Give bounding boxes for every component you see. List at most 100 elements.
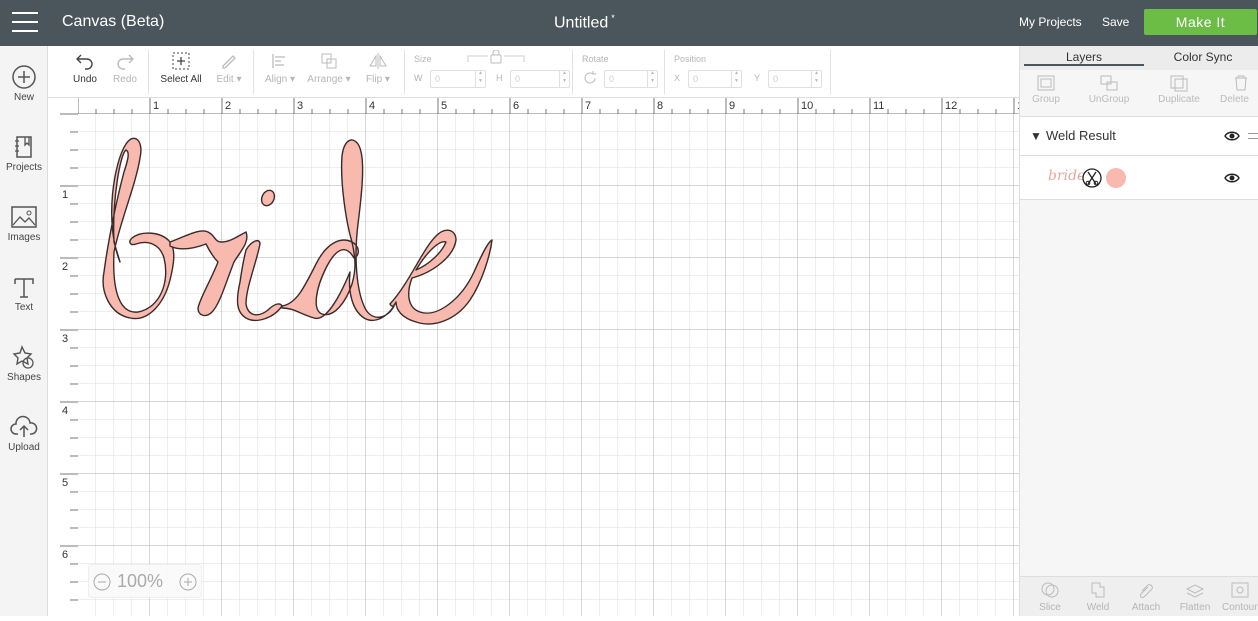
toolbar-divider bbox=[404, 50, 405, 94]
ruler-number: 3 bbox=[62, 333, 68, 345]
x-label: X bbox=[674, 73, 681, 83]
weld-icon bbox=[1091, 582, 1105, 598]
paperclip-icon bbox=[1139, 584, 1153, 599]
ungroup-label: UnGroup bbox=[1088, 94, 1130, 105]
toolbar-divider bbox=[148, 50, 149, 94]
duplicate-icon bbox=[1170, 75, 1188, 92]
rotate-input[interactable]: 0 bbox=[604, 70, 658, 88]
upload-icon bbox=[10, 415, 38, 437]
arrange-dropdown[interactable]: Arrange ▾ bbox=[304, 52, 354, 85]
left-nav: New Projects Images Text Shapes Upload bbox=[0, 46, 48, 616]
layer-row[interactable]: bride bbox=[1020, 156, 1258, 200]
rotate-label: Rotate bbox=[582, 54, 609, 64]
width-input[interactable]: 0 bbox=[430, 70, 486, 88]
weld-button[interactable]: Weld bbox=[1078, 581, 1118, 613]
nav-text[interactable]: Text bbox=[0, 274, 48, 313]
attach-button[interactable]: Attach bbox=[1126, 581, 1166, 613]
bride-text-object[interactable] bbox=[90, 132, 510, 328]
ruler-number: 10 bbox=[801, 100, 813, 112]
rotate-value: 0 bbox=[609, 74, 615, 84]
zoom-level: 100% bbox=[117, 571, 164, 591]
height-input[interactable]: 0 bbox=[510, 70, 570, 88]
select-all-button[interactable]: Select All bbox=[158, 52, 204, 85]
nav-new[interactable]: New bbox=[0, 64, 48, 103]
zoom-in-icon[interactable] bbox=[179, 573, 197, 591]
contour-label: Contour bbox=[1222, 602, 1258, 613]
slice-button[interactable]: Slice bbox=[1030, 581, 1070, 613]
x-position-input[interactable]: 0 bbox=[688, 70, 742, 88]
my-projects-link[interactable]: My Projects bbox=[1019, 15, 1082, 29]
text-icon bbox=[14, 278, 34, 298]
group-icon bbox=[1037, 75, 1055, 91]
rotate-icon bbox=[584, 71, 596, 84]
flip-icon bbox=[369, 53, 387, 69]
nav-new-label: New bbox=[13, 92, 34, 103]
ruler-number: 9 bbox=[729, 100, 735, 112]
toolbar-divider bbox=[253, 50, 254, 94]
hamburger-menu-icon[interactable] bbox=[12, 12, 38, 34]
visibility-eye-icon[interactable] bbox=[1224, 130, 1240, 142]
flip-dropdown[interactable]: Flip ▾ bbox=[362, 52, 394, 85]
trash-icon bbox=[1235, 75, 1247, 91]
edit-dropdown[interactable]: Edit ▾ bbox=[212, 52, 246, 85]
tab-color-sync[interactable]: Color Sync bbox=[1148, 50, 1258, 64]
group-button[interactable]: Group bbox=[1026, 74, 1066, 105]
document-title[interactable]: Untitled * bbox=[554, 13, 615, 32]
layer-color-swatch[interactable] bbox=[1106, 168, 1126, 188]
x-position-value: 0 bbox=[693, 74, 699, 84]
collapse-caret-icon[interactable]: ▼ bbox=[1030, 129, 1042, 143]
nav-projects[interactable]: Projects bbox=[0, 134, 48, 173]
duplicate-label: Duplicate bbox=[1158, 94, 1200, 105]
nav-text-label: Text bbox=[14, 302, 34, 313]
layer-group-row[interactable]: ▼ Weld Result bbox=[1020, 116, 1258, 156]
top-bar: Canvas (Beta) Untitled * My Projects Save… bbox=[0, 0, 1258, 46]
ungroup-button[interactable]: UnGroup bbox=[1082, 74, 1136, 105]
ruler-number: 1 bbox=[153, 100, 159, 112]
contour-icon bbox=[1231, 582, 1249, 598]
align-dropdown[interactable]: Align ▾ bbox=[260, 52, 300, 85]
height-spinner[interactable] bbox=[559, 70, 569, 87]
design-canvas[interactable] bbox=[60, 98, 1019, 616]
top-ruler: 1234567891011121 bbox=[48, 98, 1023, 114]
ruler-number: 4 bbox=[369, 100, 375, 112]
ruler-number: 3 bbox=[297, 100, 303, 112]
make-it-button[interactable]: Make It bbox=[1144, 9, 1257, 35]
y-position-input[interactable]: 0 bbox=[768, 70, 822, 88]
flatten-label: Flatten bbox=[1179, 602, 1211, 613]
ruler-number: 12 bbox=[945, 100, 957, 112]
undo-button[interactable]: Undo bbox=[70, 52, 100, 85]
height-value: 0 bbox=[515, 74, 521, 84]
undo-label: Undo bbox=[73, 74, 97, 85]
y-spinner[interactable] bbox=[811, 70, 821, 87]
lock-aspect-icon[interactable] bbox=[466, 50, 526, 66]
drag-handle-icon[interactable] bbox=[1248, 133, 1258, 139]
rotate-spinner[interactable] bbox=[647, 70, 657, 87]
zoom-control: 100% bbox=[88, 564, 202, 598]
nav-images[interactable]: Images bbox=[0, 204, 48, 243]
nav-shapes[interactable]: Shapes bbox=[0, 344, 48, 383]
zoom-out-icon[interactable] bbox=[93, 573, 111, 591]
select-all-label: Select All bbox=[160, 74, 202, 85]
ruler-number: 8 bbox=[657, 100, 663, 112]
ruler-number: 4 bbox=[62, 405, 68, 417]
duplicate-button[interactable]: Duplicate bbox=[1152, 74, 1206, 105]
nav-upload[interactable]: Upload bbox=[0, 414, 48, 453]
visibility-eye-icon[interactable] bbox=[1224, 172, 1240, 184]
cut-scissors-icon[interactable] bbox=[1082, 168, 1102, 188]
x-spinner[interactable] bbox=[731, 70, 741, 87]
flatten-button[interactable]: Flatten bbox=[1174, 581, 1216, 613]
undo-icon bbox=[76, 54, 93, 70]
width-spinner[interactable] bbox=[475, 70, 485, 87]
attach-label: Attach bbox=[1131, 602, 1161, 613]
contour-button[interactable]: Contour bbox=[1222, 581, 1258, 613]
unsaved-mark: * bbox=[611, 13, 615, 23]
save-button[interactable]: Save bbox=[1102, 15, 1129, 29]
edit-toolbar: Undo Redo Select All Edit ▾ Align ▾ Arra… bbox=[48, 46, 1019, 98]
slice-icon bbox=[1041, 582, 1059, 598]
redo-button[interactable]: Redo bbox=[110, 52, 140, 85]
position-label: Position bbox=[674, 54, 707, 64]
tab-layers[interactable]: Layers bbox=[1024, 50, 1144, 66]
plus-circle-icon bbox=[12, 65, 36, 89]
delete-button[interactable]: Delete bbox=[1220, 74, 1258, 105]
image-icon bbox=[11, 206, 37, 228]
